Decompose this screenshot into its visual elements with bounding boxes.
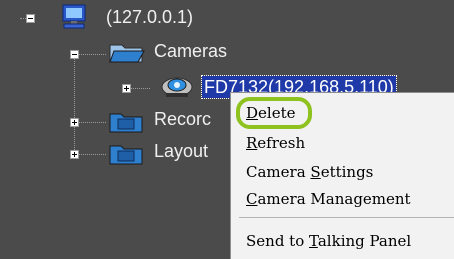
tree-item-label: (127.0.0.1) xyxy=(106,7,194,27)
tree-item-server[interactable]: (127.0.0.1) xyxy=(0,4,240,34)
expand-expander[interactable] xyxy=(70,150,79,159)
computer-icon xyxy=(62,4,86,29)
folder-icon xyxy=(109,113,143,133)
tree-item-label: Layout xyxy=(154,141,209,161)
tree-item-recordings[interactable]: Recorc xyxy=(0,108,230,138)
menu-item-camera-management[interactable]: Camera Management xyxy=(246,189,411,209)
camera-icon xyxy=(161,77,193,97)
folder-icon xyxy=(109,145,143,165)
expand-expander[interactable] xyxy=(70,118,79,127)
menu-item-refresh[interactable]: Refresh xyxy=(246,133,305,153)
tree-item-label: Recorc xyxy=(154,109,212,129)
tree-item-cameras[interactable]: Cameras xyxy=(0,40,240,70)
folder-open-icon xyxy=(109,44,145,63)
expand-expander[interactable] xyxy=(122,84,131,93)
tree-item-layouts[interactable]: Layout xyxy=(0,140,230,170)
highlight-ring xyxy=(236,97,312,129)
menu-item-camera-settings[interactable]: Camera Settings xyxy=(246,162,373,182)
menu-separator xyxy=(239,217,454,218)
collapse-expander[interactable] xyxy=(26,14,35,23)
menu-item-send-to-talking-panel[interactable]: Send to Talking Panel xyxy=(246,231,411,251)
tree-item-label: Cameras xyxy=(154,41,228,61)
collapse-expander[interactable] xyxy=(70,50,79,59)
